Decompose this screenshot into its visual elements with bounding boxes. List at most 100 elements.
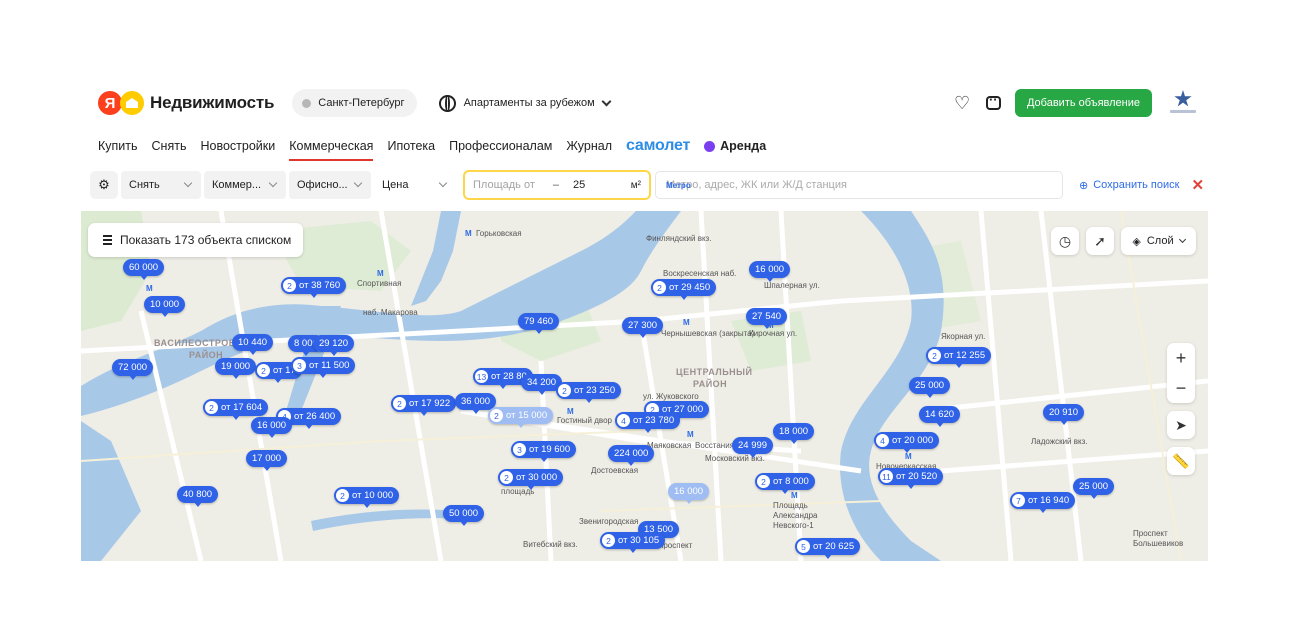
price-pin[interactable]: 10 440	[232, 334, 274, 355]
price-pin[interactable]: 25 000	[909, 377, 951, 398]
map[interactable]: Горьковская Спортивная наб. Макарова ВАС…	[81, 211, 1208, 561]
list-icon	[100, 235, 112, 245]
layers-button[interactable]: ◈ Слой	[1121, 227, 1196, 255]
price-pin[interactable]: 79 460	[518, 313, 560, 334]
price-pin[interactable]: 3 от 19 600	[511, 441, 577, 462]
house-logo-icon	[120, 91, 144, 115]
avatar[interactable]	[1168, 88, 1198, 118]
area-range-input[interactable]: Площадь от – 25 м²	[463, 170, 651, 200]
price-pin[interactable]: 2 от 29 450	[651, 279, 717, 300]
price-pin[interactable]: 18 000	[773, 423, 815, 444]
price-pin[interactable]: 2 от 10 000	[334, 487, 400, 508]
nav-buy[interactable]: Купить	[98, 134, 138, 158]
price-pin[interactable]: 2 от 17 922	[391, 395, 457, 416]
add-listing-button[interactable]: Добавить объявление	[1014, 89, 1152, 117]
favorites-heart-icon[interactable]: ♡	[954, 94, 972, 112]
price-pin[interactable]: 5 от 20 625	[795, 538, 861, 559]
price-pin[interactable]: 2 от 23 250	[556, 382, 622, 403]
price-pin[interactable]: 27 300	[622, 317, 664, 338]
logo[interactable]: Я Недвижимость	[98, 91, 274, 115]
price-pin[interactable]: 2 от 15 000	[488, 407, 554, 428]
area-to-value[interactable]: 25	[573, 179, 585, 191]
nav-arenda[interactable]: Аренда	[704, 134, 766, 158]
save-search-button[interactable]: ⊕ Сохранить поиск	[1079, 179, 1179, 192]
area-from-placeholder[interactable]: Площадь от	[473, 179, 535, 191]
price-pin[interactable]: 4 от 23 780	[615, 412, 681, 433]
map-label: Гостиный двор	[557, 416, 612, 425]
price-pin[interactable]: 10 000	[144, 296, 186, 317]
city-label: Санкт-Петербург	[318, 97, 405, 109]
chevron-down-icon	[601, 96, 612, 106]
deal-type-select[interactable]: Снять	[121, 171, 201, 199]
navigation-arrow-icon: ➤	[1175, 416, 1187, 433]
abroad-apartments-link[interactable]: Апартаменты за рубежом	[438, 94, 612, 112]
price-pin[interactable]: 17 000	[246, 450, 288, 471]
city-selector[interactable]: Санкт-Петербург	[292, 89, 417, 117]
avatar-caption-icon	[1170, 110, 1196, 113]
zoom-out-button[interactable]: −	[1167, 373, 1195, 403]
price-pin[interactable]: 72 000	[112, 359, 154, 380]
search-placeholder: Метро, адрес, ЖК или Ж/Д станция	[666, 179, 847, 191]
layers-label: Слой	[1146, 235, 1174, 247]
price-pin[interactable]: 16 000	[668, 483, 710, 504]
map-label: Достоевская	[591, 466, 639, 475]
price-pin[interactable]: 2 от 38 760	[281, 277, 347, 298]
geolocation-button[interactable]: ➤	[1167, 411, 1195, 439]
nav-professionals[interactable]: Профессионалам	[449, 134, 552, 158]
nav-samolet[interactable]: самолет	[626, 134, 690, 158]
price-pin[interactable]: 14 620	[919, 406, 961, 427]
metro-icon: M	[791, 491, 798, 500]
price-pin[interactable]: 2 от 30 000	[498, 469, 564, 490]
category-select[interactable]: Коммер...	[204, 171, 286, 199]
price-pin[interactable]: 60 000	[123, 259, 165, 280]
map-label: Витебский вкз.	[523, 540, 578, 549]
price-pin[interactable]: 20 910	[1043, 404, 1085, 425]
nav-mortgage[interactable]: Ипотека	[387, 134, 435, 158]
price-pin[interactable]: 25 000	[1073, 478, 1115, 499]
zoom-controls: + −	[1167, 343, 1195, 403]
price-pin[interactable]: 7 от 16 940	[1010, 492, 1076, 513]
price-select[interactable]: Цена	[374, 171, 456, 199]
price-pin[interactable]: 27 540	[746, 308, 788, 329]
map-label: ул. Жуковского	[643, 392, 699, 401]
nav-new-buildings[interactable]: Новостройки	[200, 134, 275, 158]
price-pin[interactable]: 2 от 12 255	[926, 347, 992, 368]
district-label: ЦЕНТРАЛЬНЫЙ	[676, 367, 753, 377]
price-pin[interactable]: 11 от 20 520	[878, 468, 944, 489]
history-clock-button[interactable]: ◷	[1051, 227, 1079, 255]
price-pin[interactable]: 36 000	[455, 393, 497, 414]
price-pin[interactable]: 2 от 30 105	[600, 532, 666, 553]
metro-icon: M	[465, 229, 472, 238]
ruler-button[interactable]: 📏	[1167, 447, 1195, 475]
category-value: Коммер...	[212, 179, 262, 191]
zoom-in-button[interactable]: +	[1167, 343, 1195, 373]
price-pin[interactable]: 4 от 20 000	[874, 432, 940, 453]
price-pin[interactable]: 24 999	[732, 437, 774, 458]
price-pin[interactable]: 19 000	[215, 358, 257, 379]
deal-type-value: Снять	[129, 179, 160, 191]
map-label: Чернышевская (закрыта)	[661, 329, 755, 338]
show-list-button[interactable]: Показать 173 объекта списком	[88, 223, 304, 257]
price-pin[interactable]: 2 от 8 000	[755, 473, 815, 494]
price-pin[interactable]: 224 000	[608, 445, 655, 466]
price-pin[interactable]: 29 120	[313, 335, 355, 356]
price-pin[interactable]: 40 800	[177, 486, 219, 507]
price-pin[interactable]: 50 000	[443, 505, 485, 526]
nav-commercial[interactable]: Коммерческая	[289, 134, 374, 161]
price-pin[interactable]: 2 от 17 604	[203, 399, 269, 420]
location-pin-icon	[302, 98, 312, 108]
brand-title: Недвижимость	[150, 93, 275, 112]
nav-journal[interactable]: Журнал	[566, 134, 612, 158]
filters-settings-button[interactable]: ⚙	[90, 171, 118, 199]
property-type-select[interactable]: Офисно...	[289, 171, 371, 199]
address-search-input[interactable]: Метро, адрес, ЖК или Ж/Д станция Метро	[655, 171, 1063, 199]
price-pin[interactable]: 16 000	[749, 261, 791, 282]
price-pin[interactable]: 3 от 11 500	[291, 357, 356, 378]
reset-filters-close-icon[interactable]: ✕	[1191, 176, 1204, 194]
price-pin[interactable]: 16 000	[251, 417, 293, 438]
nav-rent[interactable]: Снять	[152, 134, 187, 158]
metro-button[interactable]: Метро	[666, 181, 691, 190]
messages-chat-icon[interactable]	[985, 92, 1001, 110]
draw-area-button[interactable]: ➚	[1086, 227, 1114, 255]
map-label: Шпалерная ул.	[764, 281, 820, 290]
